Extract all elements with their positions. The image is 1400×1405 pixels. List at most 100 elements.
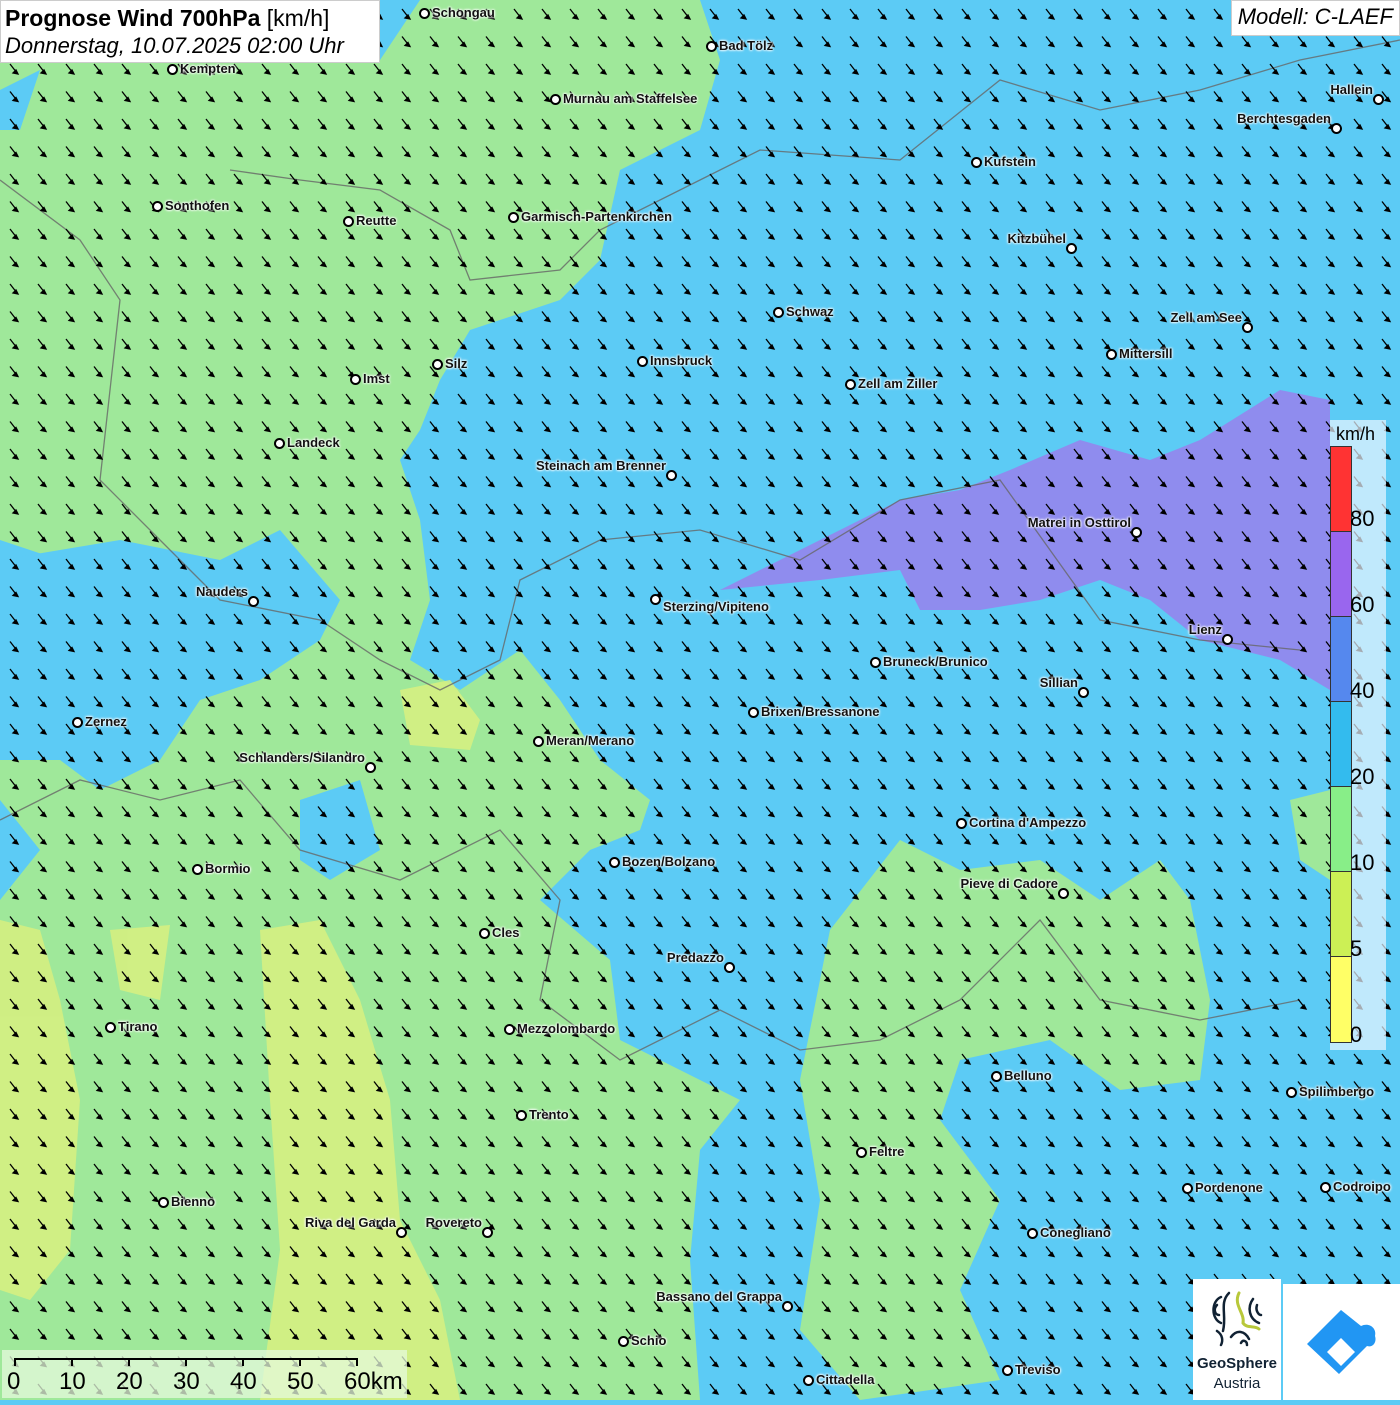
city-label: Bassano del Grappa: [656, 1289, 782, 1304]
city-label: Spilimbergo: [1299, 1084, 1375, 1099]
city-marker-icon: [971, 157, 982, 168]
city-label: Trento: [529, 1107, 569, 1122]
city-label: Mezzolombardo: [517, 1021, 616, 1036]
city-label: Mittersill: [1119, 346, 1173, 361]
geosphere-austria-logo[interactable]: GeoSphere Austria: [1193, 1279, 1281, 1400]
city-marker-icon: [748, 707, 759, 718]
city-label: Sillian: [1039, 675, 1078, 690]
legend-tick-label: 5: [1350, 936, 1363, 961]
city-label: Bozen/Bolzano: [622, 854, 716, 869]
city-marker-icon: [432, 359, 443, 370]
legend-unit: km/h: [1336, 424, 1376, 444]
city-label: Belluno: [1004, 1068, 1052, 1083]
city-label: Reutte: [356, 213, 397, 228]
legend-swatch: [1331, 787, 1351, 872]
city-marker-icon: [1331, 123, 1342, 134]
legend-swatch: [1331, 617, 1351, 702]
legend-swatch: [1331, 957, 1351, 1042]
city-marker-icon: [192, 864, 203, 875]
city-marker-icon: [666, 470, 677, 481]
city-marker-icon: [637, 356, 648, 367]
city-marker-icon: [274, 438, 285, 449]
legend-tick-label: 40: [1350, 678, 1375, 703]
city-marker-icon: [1182, 1183, 1193, 1194]
city-marker-icon: [782, 1301, 793, 1312]
city-marker-icon: [152, 201, 163, 212]
city-label: Brixen/Bressanone: [761, 704, 880, 719]
city-label: Codroipo: [1333, 1179, 1391, 1194]
scale-tick: [128, 1358, 130, 1366]
city-label: Landeck: [287, 435, 340, 450]
city-label: Zell am Ziller: [858, 376, 938, 391]
city-label: Murnau am Staffelsee: [563, 91, 698, 106]
city-label: Cortina d'Ampezzo: [969, 815, 1087, 830]
city-marker-icon: [706, 41, 717, 52]
city-marker-icon: [1131, 527, 1142, 538]
scale-tick: [14, 1358, 16, 1366]
weather-app-logo[interactable]: [1283, 1284, 1400, 1400]
city-label: Riva del Garda: [304, 1215, 396, 1230]
legend-swatch: [1331, 532, 1351, 617]
geosphere-name: GeoSphere: [1196, 1355, 1278, 1372]
scale-tick: [299, 1358, 301, 1366]
city-marker-icon: [1066, 243, 1077, 254]
city-marker-icon: [419, 8, 430, 19]
city-label: Nauders: [195, 584, 248, 599]
city-label: Hallein: [1330, 82, 1373, 97]
city-marker-icon: [365, 762, 376, 773]
scale-bar: 0 10 20 30 40 50 60km: [2, 1350, 407, 1398]
scale-label: 50: [287, 1368, 314, 1395]
legend-tick-label: 10: [1350, 850, 1375, 875]
city-marker-icon: [504, 1024, 515, 1035]
legend-tick-label: 60: [1350, 592, 1375, 617]
legend-swatch: [1331, 872, 1351, 957]
scale-tick: [71, 1358, 73, 1366]
scale-label: 10: [59, 1368, 86, 1395]
city-marker-icon: [248, 596, 259, 607]
city-marker-icon: [1078, 687, 1089, 698]
map-unit: [km/h]: [266, 5, 330, 31]
map-title: Prognose Wind 700hPa: [5, 5, 261, 31]
city-label: Kitzbühel: [1007, 231, 1067, 246]
city-label: Lienz: [1188, 622, 1222, 637]
legend-tick-label: 80: [1350, 506, 1375, 531]
scale-label: 40: [230, 1368, 257, 1395]
city-label: Treviso: [1015, 1362, 1061, 1377]
legend-color-bar: [1330, 446, 1352, 1043]
city-label: Innsbruck: [650, 353, 713, 368]
map-title-box: Prognose Wind 700hPa [km/h] Donnerstag, …: [0, 0, 380, 63]
model-label: Modell: C-LAEF: [1230, 0, 1400, 36]
mountain-cloud-icon: [1307, 1310, 1376, 1374]
city-marker-icon: [72, 717, 83, 728]
city-label: Feltre: [869, 1144, 905, 1159]
scale-tick: [242, 1358, 244, 1366]
city-label: Silz: [445, 356, 468, 371]
city-marker-icon: [803, 1375, 814, 1386]
legend-swatch: [1331, 447, 1351, 532]
city-label: Conegliano: [1040, 1225, 1111, 1240]
city-marker-icon: [479, 928, 490, 939]
city-marker-icon: [1373, 94, 1384, 105]
city-label: Pieve di Cadore: [960, 876, 1058, 891]
city-marker-icon: [618, 1336, 629, 1347]
city-marker-icon: [482, 1227, 493, 1238]
city-marker-icon: [1027, 1228, 1038, 1239]
city-label: Garmisch-Partenkirchen: [521, 209, 673, 224]
city-label: Kufstein: [984, 154, 1036, 169]
city-label: Bruneck/Brunico: [883, 654, 988, 669]
legend-swatch: [1331, 702, 1351, 787]
city-marker-icon: [105, 1022, 116, 1033]
city-marker-icon: [508, 212, 519, 223]
city-marker-icon: [724, 962, 735, 973]
city-label: Schongau: [432, 5, 495, 20]
scale-label: 0: [7, 1368, 21, 1395]
city-marker-icon: [1242, 322, 1253, 333]
geosphere-globe-icon: [1212, 1291, 1263, 1347]
city-label: Berchtesgaden: [1237, 111, 1331, 126]
city-marker-icon: [856, 1147, 867, 1158]
city-label: Imst: [363, 371, 390, 386]
city-label: Sterzing/Vipiteno: [663, 599, 769, 614]
city-label: Steinach am Brenner: [535, 458, 666, 473]
city-marker-icon: [1106, 349, 1117, 360]
city-label: Bienno: [171, 1194, 216, 1209]
